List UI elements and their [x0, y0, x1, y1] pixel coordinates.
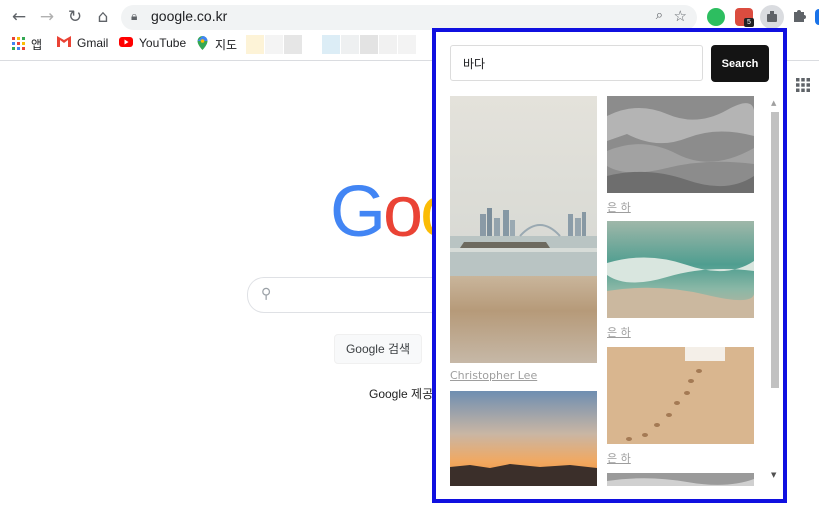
blurred-bookmark[interactable]	[379, 35, 397, 54]
google-offered-text: Google 제공 서비스	[369, 387, 433, 401]
extension-badge: 5	[744, 18, 754, 27]
photo-footprints[interactable]	[607, 347, 754, 444]
image-search-popup: Search C	[432, 28, 787, 503]
blurred-bookmark[interactable]	[341, 35, 359, 54]
apps-grid-icon	[12, 36, 25, 53]
youtube-icon	[119, 36, 133, 50]
bookmark-label: YouTube	[139, 36, 187, 50]
bookmark-youtube[interactable]: YouTube	[119, 36, 186, 50]
blurred-bookmark[interactable]	[265, 35, 283, 54]
blurred-bookmark[interactable]	[322, 35, 340, 54]
forward-icon[interactable]: →	[35, 6, 59, 28]
bookmark-apps[interactable]: 앱	[12, 36, 42, 53]
gmail-icon	[57, 36, 71, 50]
scroll-down-arrow-icon[interactable]: ▼	[771, 471, 776, 479]
lock-icon: 🔒︎	[131, 9, 138, 23]
photo-turquoise-waves[interactable]	[607, 221, 754, 318]
evernote-extension-icon[interactable]	[707, 8, 725, 26]
extensions-puzzle-icon[interactable]	[791, 6, 809, 24]
popup-scrollbar[interactable]: ▲ ▼	[768, 95, 782, 485]
photo-credit-link[interactable]: 은 하	[607, 199, 631, 215]
bookmark-label: Gmail	[77, 36, 109, 50]
bookmark-label: 앱	[31, 38, 43, 52]
photo-gray-waves[interactable]	[607, 96, 754, 193]
back-icon[interactable]: ←	[7, 6, 31, 28]
home-icon[interactable]: ⌂	[91, 6, 115, 28]
reload-icon[interactable]: ↻	[63, 6, 87, 28]
bookmark-maps[interactable]: 지도	[196, 36, 237, 53]
photo-sunset[interactable]	[450, 391, 597, 486]
photo-credit-link[interactable]: 은 하	[607, 324, 631, 340]
photo-credit-link[interactable]: 은 하	[607, 450, 631, 466]
photo-credit-link[interactable]: Christopher Lee	[450, 369, 537, 382]
zoom-icon[interactable]: ⌕	[656, 8, 663, 23]
photo-gray-partial[interactable]	[607, 472, 754, 486]
google-apps-icon[interactable]	[796, 78, 810, 96]
blurred-bookmark[interactable]	[398, 35, 416, 54]
google-search-button[interactable]: Google 검색	[334, 334, 422, 364]
maps-icon	[196, 36, 209, 53]
url-text[interactable]: google.co.kr	[151, 8, 227, 24]
blurred-bookmark[interactable]	[284, 35, 302, 54]
scroll-up-arrow-icon[interactable]: ▲	[771, 99, 776, 107]
profile-avatar[interactable]	[815, 9, 819, 25]
search-icon: ⚲	[261, 286, 272, 302]
image-search-extension-icon[interactable]	[760, 5, 784, 29]
bookmark-gmail[interactable]: Gmail	[57, 36, 108, 50]
blurred-bookmark[interactable]	[360, 35, 378, 54]
scrollbar-thumb[interactable]	[771, 112, 779, 388]
photo-city-sea[interactable]	[450, 96, 597, 363]
address-bar[interactable]: 🔒︎ google.co.kr ⌕ ☆	[121, 5, 697, 30]
popup-search-input[interactable]	[450, 45, 703, 81]
bookmark-label: 지도	[215, 38, 238, 52]
popup-search-button[interactable]: Search	[711, 45, 769, 82]
bookmark-star-icon[interactable]: ☆	[674, 7, 687, 25]
blurred-bookmark[interactable]	[246, 35, 264, 54]
